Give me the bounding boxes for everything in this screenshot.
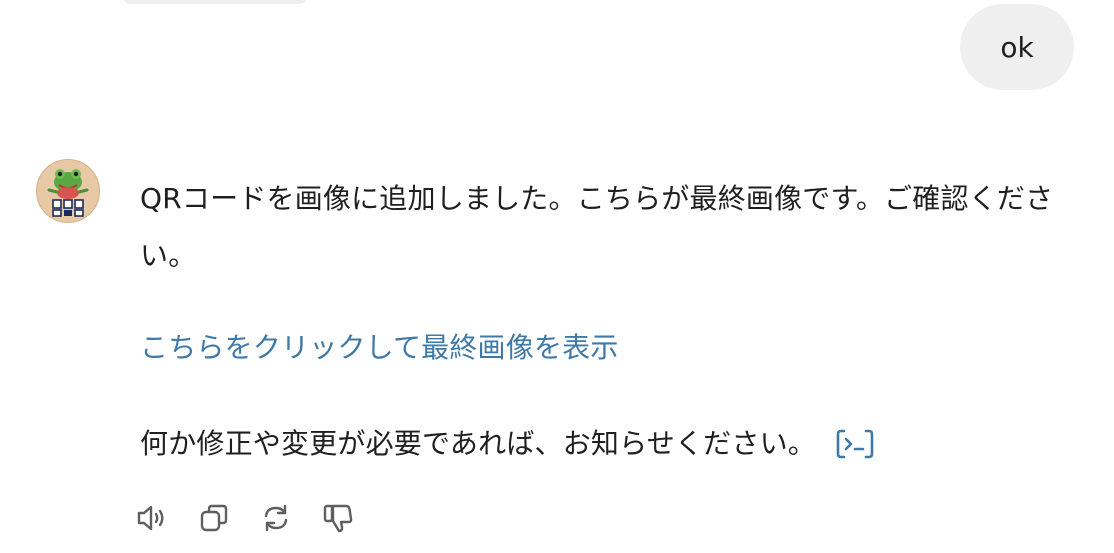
speaker-icon (137, 505, 164, 531)
frog-qr-avatar-icon (37, 160, 99, 222)
assistant-avatar (36, 159, 100, 223)
previous-message-bubble (122, 0, 308, 4)
bad-response-button[interactable] (318, 498, 358, 538)
copy-icon (200, 504, 228, 532)
code-interpreter-icon[interactable] (836, 428, 874, 460)
assistant-followup: 何か修正や変更が必要であれば、お知らせください。 (140, 422, 874, 466)
copy-button[interactable] (194, 498, 234, 538)
assistant-message: QRコードを画像に追加しました。こちらが最終画像です。ご確認ください。 (140, 182, 1054, 272)
user-message-bubble: ok (960, 4, 1074, 90)
read-aloud-button[interactable] (132, 498, 172, 538)
final-image-link[interactable]: こちらをクリックして最終画像を表示 (140, 326, 619, 370)
followup-text: 何か修正や変更が必要であれば、お知らせください。 (140, 427, 816, 460)
regenerate-icon (264, 504, 288, 532)
user-message-text: ok (1000, 30, 1034, 64)
message-actions (132, 498, 380, 538)
regenerate-button[interactable] (256, 498, 296, 538)
thumbs-down-icon (323, 504, 353, 533)
